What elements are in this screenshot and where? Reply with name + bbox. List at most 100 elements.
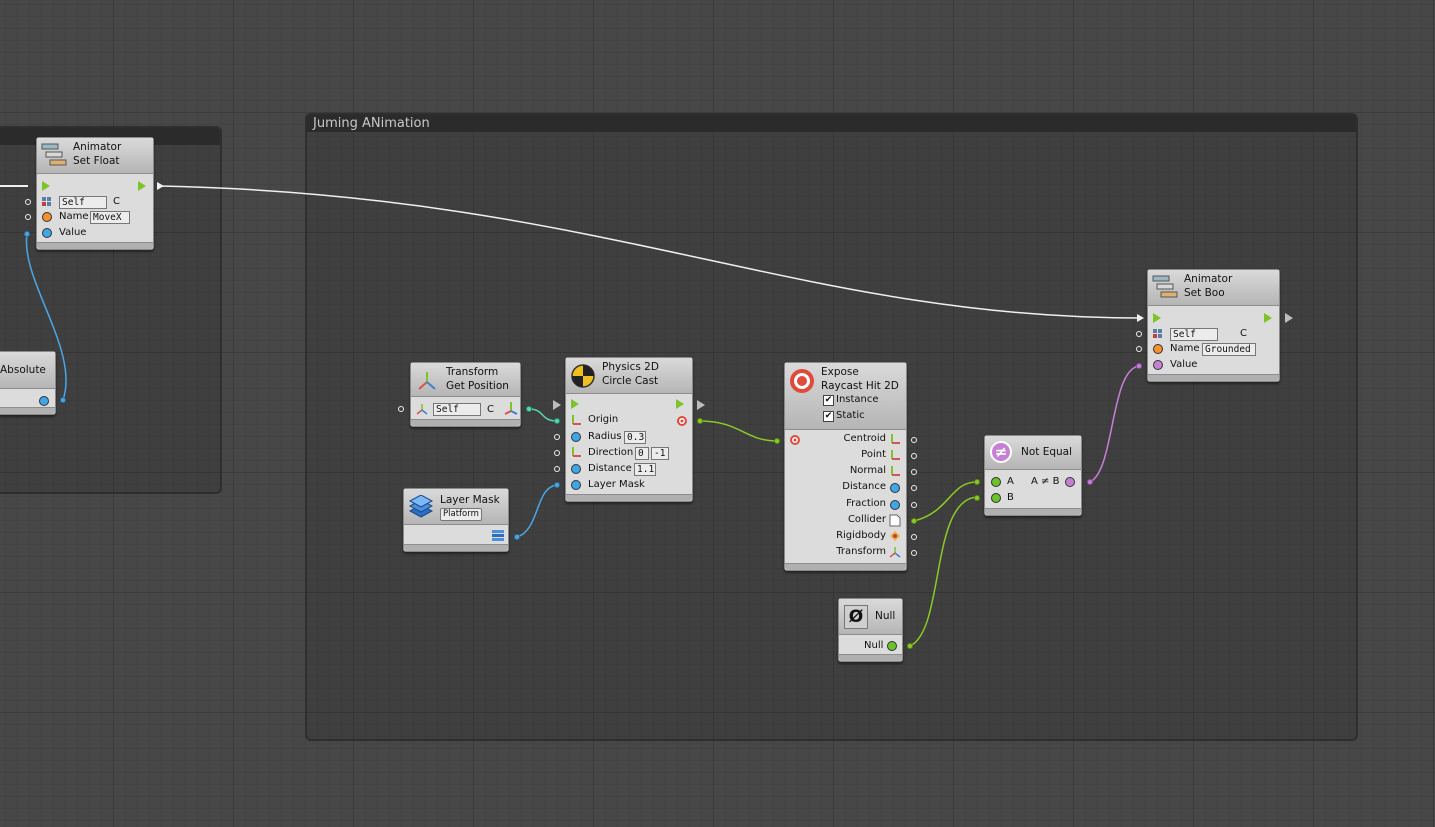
hit-in-dot[interactable] bbox=[774, 438, 780, 444]
distance-in-dot[interactable] bbox=[554, 466, 560, 472]
radius-pin[interactable] bbox=[571, 432, 581, 442]
direction-in-dot[interactable] bbox=[554, 450, 560, 456]
distance-out-pin[interactable] bbox=[890, 483, 900, 493]
name-pin[interactable] bbox=[42, 212, 52, 222]
normal-vector-icon[interactable] bbox=[889, 465, 901, 477]
absolute-out-dot[interactable] bbox=[60, 397, 66, 403]
name-field[interactable]: MoveX bbox=[90, 211, 130, 224]
flow-in-connector[interactable] bbox=[553, 400, 561, 410]
absolute-node[interactable]: Absolute bbox=[0, 351, 56, 415]
node-title: Absolute bbox=[0, 364, 46, 376]
flow-out-connector[interactable] bbox=[1285, 313, 1293, 323]
node-header[interactable]: Animator Set Boo bbox=[1148, 270, 1279, 306]
flow-in-dot[interactable] bbox=[25, 199, 31, 205]
node-title-line2: Set Float bbox=[73, 155, 120, 167]
value-in-dot[interactable] bbox=[1136, 363, 1142, 369]
animator-set-bool-node[interactable]: Animator Set Boo Self C Name Grounded Va… bbox=[1147, 269, 1280, 382]
a-pin[interactable] bbox=[991, 477, 1001, 487]
node-title-line1: Animator bbox=[1184, 273, 1233, 285]
node-header[interactable]: Expose Raycast Hit 2D ✔ Instance ✔ Stati… bbox=[785, 363, 906, 430]
flow-in-arrow[interactable] bbox=[571, 399, 579, 409]
fraction-out-pin[interactable] bbox=[890, 500, 900, 510]
flow-out-connector[interactable] bbox=[157, 182, 164, 190]
direction-y-field[interactable]: -1 bbox=[651, 447, 669, 460]
node-header[interactable]: Transform Get Position bbox=[411, 363, 520, 397]
expose-raycast-hit-node[interactable]: Expose Raycast Hit 2D ✔ Instance ✔ Stati… bbox=[784, 362, 907, 571]
collider-out-dot[interactable] bbox=[911, 518, 917, 524]
layermask-pin[interactable] bbox=[571, 480, 581, 490]
target-in-dot[interactable] bbox=[398, 406, 404, 412]
node-header[interactable]: Animator Set Float bbox=[37, 138, 153, 174]
centroid-vector-icon[interactable] bbox=[889, 433, 901, 445]
flow-out-connector[interactable] bbox=[697, 400, 705, 410]
name-in-dot[interactable] bbox=[1136, 346, 1142, 352]
output-centroid-label: Centroid bbox=[843, 433, 886, 444]
node-header[interactable]: Ø Null bbox=[839, 599, 902, 635]
position-out-dot[interactable] bbox=[526, 406, 532, 412]
value-pin[interactable] bbox=[1153, 360, 1163, 370]
transform-out-icon[interactable] bbox=[889, 546, 901, 558]
origin-in-dot[interactable] bbox=[554, 418, 560, 424]
node-header[interactable]: Absolute bbox=[0, 352, 55, 389]
static-checkbox[interactable]: ✔ bbox=[823, 411, 834, 422]
target-in-dot[interactable] bbox=[1136, 331, 1142, 337]
flow-out-arrow[interactable] bbox=[138, 181, 146, 191]
not-equal-node[interactable]: ≠ Not Equal A A ≠ B B bbox=[984, 435, 1082, 516]
layer-dropdown[interactable]: Platform bbox=[440, 508, 482, 521]
flow-out-arrow[interactable] bbox=[1264, 313, 1272, 323]
fraction-out-dot[interactable] bbox=[911, 502, 917, 508]
target-field[interactable]: Self bbox=[1170, 328, 1218, 341]
output-point-label: Point bbox=[861, 449, 886, 460]
radius-field[interactable]: 0.3 bbox=[624, 431, 646, 444]
node-footer bbox=[985, 508, 1081, 515]
target-field[interactable]: Self bbox=[59, 196, 107, 209]
name-field[interactable]: Grounded bbox=[1202, 343, 1256, 356]
animator-set-float-node[interactable]: Animator Set Float Self C Name MoveX Val… bbox=[36, 137, 154, 250]
flow-out-arrow[interactable] bbox=[676, 399, 684, 409]
direction-x-field[interactable]: 0 bbox=[635, 447, 649, 460]
node-header[interactable]: Physics 2D Circle Cast bbox=[566, 358, 692, 394]
layers-out-icon[interactable] bbox=[491, 529, 505, 541]
distance-out-dot[interactable] bbox=[911, 485, 917, 491]
flow-in-connector[interactable] bbox=[1137, 314, 1144, 322]
target-field[interactable]: Self bbox=[433, 403, 481, 416]
hit-out-dot[interactable] bbox=[697, 418, 703, 424]
collider-document-icon[interactable] bbox=[889, 514, 901, 527]
flow-in-arrow[interactable] bbox=[1153, 313, 1161, 323]
layermask-out-dot[interactable] bbox=[514, 534, 520, 540]
transform-get-position-node[interactable]: Transform Get Position Self C bbox=[410, 362, 521, 427]
b-pin[interactable] bbox=[991, 493, 1001, 503]
node-header[interactable]: ≠ Not Equal bbox=[985, 436, 1081, 470]
name-in-dot[interactable] bbox=[25, 214, 31, 220]
layermask-in-dot[interactable] bbox=[554, 482, 560, 488]
point-vector-icon[interactable] bbox=[889, 449, 901, 461]
null-node[interactable]: Ø Null Null bbox=[838, 598, 903, 662]
distance-field[interactable]: 1.1 bbox=[634, 463, 656, 476]
rigidbody-icon[interactable] bbox=[889, 530, 901, 542]
physics2d-circle-cast-node[interactable]: Physics 2D Circle Cast Origin Radius 0.3… bbox=[565, 357, 693, 502]
normal-out-dot[interactable] bbox=[911, 469, 917, 475]
node-header[interactable]: Layer Mask Platform bbox=[404, 489, 508, 525]
hit-in-icon[interactable] bbox=[789, 434, 801, 446]
vector3-out-icon[interactable] bbox=[504, 401, 518, 415]
a-in-dot[interactable] bbox=[974, 479, 980, 485]
result-pin[interactable] bbox=[1065, 477, 1075, 487]
value-in-dot[interactable] bbox=[24, 231, 30, 237]
b-in-dot[interactable] bbox=[974, 495, 980, 501]
value-pin[interactable] bbox=[42, 228, 52, 238]
output-pin[interactable] bbox=[39, 396, 49, 406]
rigidbody-out-dot[interactable] bbox=[911, 534, 917, 540]
radius-in-dot[interactable] bbox=[554, 434, 560, 440]
null-out-dot[interactable] bbox=[907, 643, 913, 649]
null-out-pin[interactable] bbox=[887, 641, 897, 651]
flow-in-arrow[interactable] bbox=[42, 181, 50, 191]
instance-checkbox[interactable]: ✔ bbox=[823, 395, 834, 406]
centroid-out-dot[interactable] bbox=[911, 437, 917, 443]
name-pin[interactable] bbox=[1153, 344, 1163, 354]
point-out-dot[interactable] bbox=[911, 453, 917, 459]
transform-out-dot[interactable] bbox=[911, 550, 917, 556]
layer-mask-node[interactable]: Layer Mask Platform bbox=[403, 488, 509, 552]
distance-pin[interactable] bbox=[571, 464, 581, 474]
result-out-dot[interactable] bbox=[1087, 479, 1093, 485]
hit-out-icon[interactable] bbox=[676, 415, 688, 427]
